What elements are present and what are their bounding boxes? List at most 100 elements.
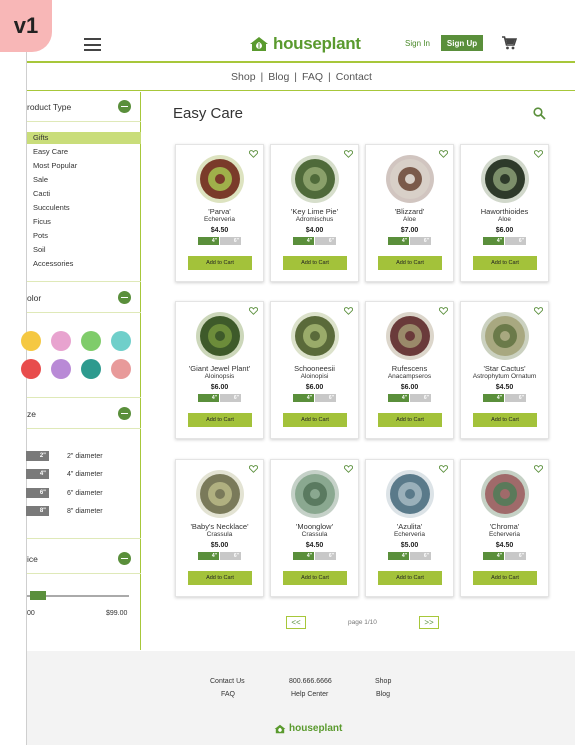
color-header[interactable]: olor xyxy=(27,283,141,313)
footer-contact-us[interactable]: Contact Us xyxy=(210,678,245,685)
add-to-cart-button[interactable]: Add to Cart xyxy=(473,256,537,270)
plant-image[interactable] xyxy=(384,310,436,362)
nav-faq[interactable]: FAQ xyxy=(302,71,323,83)
size-option-4[interactable]: 4" 4" diameter xyxy=(26,469,103,479)
category-most-popular[interactable]: Most Popular xyxy=(27,160,141,172)
footer-shop[interactable]: Shop xyxy=(375,678,391,685)
heart-icon[interactable] xyxy=(249,150,258,158)
product-card[interactable]: 'Baby's Necklace' Crassula $5.00 4" 6" Add to… xyxy=(175,459,264,597)
footer-help-center[interactable]: Help Center xyxy=(291,691,328,698)
size-chip-4[interactable]: 4" xyxy=(293,552,314,560)
product-name[interactable]: 'Baby's Necklace' xyxy=(176,522,263,531)
product-name[interactable]: 'Azulita' xyxy=(366,522,453,531)
size-chip-6[interactable]: 6" xyxy=(505,237,526,245)
plant-image[interactable] xyxy=(289,153,341,205)
category-gifts[interactable]: Gifts xyxy=(27,132,141,144)
product-name[interactable]: 'Chroma' xyxy=(461,522,548,531)
size-chip-6[interactable]: 6" xyxy=(505,394,526,402)
category-cacti[interactable]: Cacti xyxy=(27,188,141,200)
size-chip-6[interactable]: 6" xyxy=(410,552,431,560)
size-chip-6[interactable]: 6" xyxy=(220,237,241,245)
product-name[interactable]: Haworthioides xyxy=(461,207,548,216)
size-chip-6[interactable]: 6" xyxy=(315,552,336,560)
product-card[interactable]: 'Giant Jewel Plant' Aloinopsis $6.00 4" 6" Ad… xyxy=(175,301,264,439)
plant-image[interactable] xyxy=(194,153,246,205)
product-name[interactable]: 'Moonglow' xyxy=(271,522,358,531)
color-swatch-green[interactable] xyxy=(81,331,101,351)
product-name[interactable]: 'Star Cactus' xyxy=(461,364,548,373)
color-swatch-yellow[interactable] xyxy=(21,331,41,351)
size-option-6[interactable]: 6" 6" diameter xyxy=(26,488,103,498)
size-chip-6[interactable]: 6" xyxy=(410,394,431,402)
footer-faq[interactable]: FAQ xyxy=(221,691,235,698)
size-chip-4[interactable]: 4" xyxy=(198,394,219,402)
size-chip-4[interactable]: 4" xyxy=(293,237,314,245)
heart-icon[interactable] xyxy=(344,307,353,315)
product-card[interactable]: 'Blizzard' Aloe $7.00 4" 6" Add to Cart xyxy=(365,144,454,282)
heart-icon[interactable] xyxy=(534,465,543,473)
cart-icon[interactable] xyxy=(501,36,517,50)
size-chip-6[interactable]: 6" xyxy=(410,237,431,245)
category-ficus[interactable]: Ficus xyxy=(27,216,141,228)
size-chip-6[interactable]: 6" xyxy=(220,394,241,402)
plant-image[interactable] xyxy=(384,468,436,520)
nav-contact[interactable]: Contact xyxy=(336,71,372,83)
add-to-cart-button[interactable]: Add to Cart xyxy=(188,413,252,427)
add-to-cart-button[interactable]: Add to Cart xyxy=(283,256,347,270)
heart-icon[interactable] xyxy=(344,465,353,473)
size-chip-4[interactable]: 4" xyxy=(293,394,314,402)
plant-image[interactable] xyxy=(384,153,436,205)
heart-icon[interactable] xyxy=(534,307,543,315)
color-swatch-dark-teal[interactable] xyxy=(81,359,101,379)
product-card[interactable]: 'Parva' Echerveria $4.50 4" 6" Add to Cart xyxy=(175,144,264,282)
product-card[interactable]: Haworthioides Aloe $6.00 4" 6" Add to Cart xyxy=(460,144,549,282)
nav-blog[interactable]: Blog xyxy=(268,71,289,83)
product-card[interactable]: Rufescens Anacampseros $6.00 4" 6" Add to Car… xyxy=(365,301,454,439)
product-name[interactable]: 'Key Lime Pie' xyxy=(271,207,358,216)
product-card[interactable]: 'Star Cactus' Astrophytum Ornatum $4.50 4" 6… xyxy=(460,301,549,439)
plant-image[interactable] xyxy=(479,468,531,520)
product-card[interactable]: Schooneesii Aloinopisi $6.00 4" 6" Add to Car… xyxy=(270,301,359,439)
plant-image[interactable] xyxy=(194,310,246,362)
size-header[interactable]: ze xyxy=(27,399,141,429)
price-slider-handle[interactable] xyxy=(30,591,46,600)
heart-icon[interactable] xyxy=(439,150,448,158)
size-chip-4[interactable]: 4" xyxy=(388,394,409,402)
heart-icon[interactable] xyxy=(439,307,448,315)
collapse-icon[interactable] xyxy=(118,100,131,113)
add-to-cart-button[interactable]: Add to Cart xyxy=(283,413,347,427)
category-easy-care[interactable]: Easy Care xyxy=(27,146,141,158)
product-name[interactable]: Rufescens xyxy=(366,364,453,373)
product-name[interactable]: Schooneesii xyxy=(271,364,358,373)
product-card[interactable]: 'Azulita' Echerveria $5.00 4" 6" Add to Cart xyxy=(365,459,454,597)
size-chip-4[interactable]: 4" xyxy=(198,552,219,560)
product-type-header[interactable]: roduct Type xyxy=(27,92,141,122)
plant-image[interactable] xyxy=(479,310,531,362)
category-sale[interactable]: Sale xyxy=(27,174,141,186)
size-chip-6[interactable]: 6" xyxy=(315,394,336,402)
size-chip-6[interactable]: 6" xyxy=(505,552,526,560)
add-to-cart-button[interactable]: Add to Cart xyxy=(378,571,442,585)
heart-icon[interactable] xyxy=(439,465,448,473)
heart-icon[interactable] xyxy=(249,307,258,315)
product-name[interactable]: 'Giant Jewel Plant' xyxy=(176,364,263,373)
add-to-cart-button[interactable]: Add to Cart xyxy=(378,256,442,270)
category-succulents[interactable]: Succulents xyxy=(27,202,141,214)
size-chip-6[interactable]: 6" xyxy=(220,552,241,560)
nav-shop[interactable]: Shop xyxy=(231,71,256,83)
add-to-cart-button[interactable]: Add to Cart xyxy=(378,413,442,427)
sign-up-button[interactable]: Sign Up xyxy=(441,35,483,51)
add-to-cart-button[interactable]: Add to Cart xyxy=(473,413,537,427)
add-to-cart-button[interactable]: Add to Cart xyxy=(283,571,347,585)
next-page-button[interactable]: >> xyxy=(419,616,439,629)
hamburger-menu-icon[interactable] xyxy=(84,38,101,51)
category-accessories[interactable]: Accessories xyxy=(27,258,141,270)
plant-image[interactable] xyxy=(289,468,341,520)
color-swatch-red[interactable] xyxy=(21,359,41,379)
size-option-2[interactable]: 2" 2" diameter xyxy=(26,451,103,461)
product-name[interactable]: 'Blizzard' xyxy=(366,207,453,216)
color-swatch-purple[interactable] xyxy=(51,359,71,379)
heart-icon[interactable] xyxy=(344,150,353,158)
prev-page-button[interactable]: << xyxy=(286,616,306,629)
collapse-icon[interactable] xyxy=(118,291,131,304)
